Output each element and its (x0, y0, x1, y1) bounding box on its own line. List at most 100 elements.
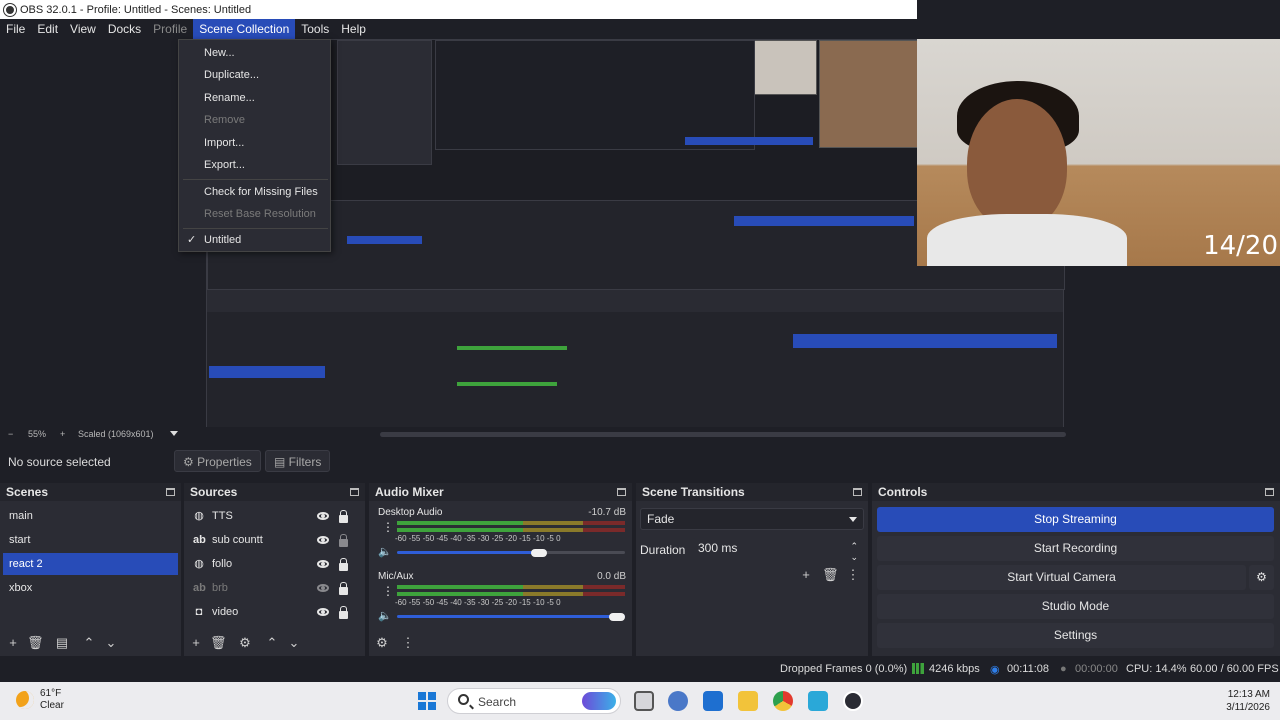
remove-source-icon[interactable]: 🗑 (210, 635, 227, 651)
add-transition-icon[interactable]: + (798, 567, 814, 582)
menu-item-new[interactable]: New... (179, 43, 330, 63)
sources-title: Sources (190, 485, 238, 499)
gear-icon: ⚙ (1256, 570, 1267, 584)
menu-tools[interactable]: Tools (295, 19, 335, 39)
add-scene-icon[interactable]: + (5, 635, 21, 650)
chrome-icon[interactable] (773, 691, 793, 711)
scene-item-start[interactable]: start (3, 529, 178, 551)
moon-weather-icon[interactable] (16, 691, 34, 709)
move-up-icon[interactable]: ⌃ (81, 635, 97, 651)
task-view-icon[interactable] (634, 691, 654, 711)
channel-menu-icon[interactable]: ⋮ (382, 585, 394, 597)
source-item[interactable]: ◍ follo (187, 553, 362, 575)
move-up-icon[interactable]: ⌃ (264, 635, 280, 651)
menu-view[interactable]: View (64, 19, 102, 39)
weather-condition: Clear (40, 700, 64, 711)
source-item[interactable]: ◘ video (187, 601, 362, 623)
menu-item-duplicate[interactable]: Duplicate... (179, 65, 330, 85)
meter-ticks: -60 -55 -50 -45 -40 -35 -30 -25 -20 -15 … (395, 598, 561, 607)
eye-icon[interactable] (317, 560, 329, 568)
properties-button[interactable]: ⚙ Properties (174, 450, 261, 472)
undock-icon[interactable] (853, 488, 862, 496)
transition-menu-icon[interactable]: ⋮ (845, 567, 861, 583)
undock-icon[interactable] (617, 488, 626, 496)
start-recording-button[interactable]: Start Recording (877, 536, 1274, 561)
spin-down-icon[interactable]: ⌄ (850, 547, 858, 567)
start-virtual-camera-button[interactable]: Start Virtual Camera (877, 565, 1246, 590)
settings-button[interactable]: Settings (877, 623, 1274, 648)
volume-slider-desktop-audio[interactable] (397, 551, 539, 554)
scale-dropdown-icon[interactable] (170, 431, 178, 436)
settings-app-icon[interactable] (668, 691, 688, 711)
eye-icon[interactable] (317, 608, 329, 616)
move-down-icon[interactable]: ⌄ (286, 635, 302, 651)
source-item[interactable]: ab sub countt (187, 529, 362, 551)
windows-start-icon[interactable] (418, 692, 436, 710)
store-app-icon[interactable] (703, 691, 723, 711)
undock-icon[interactable] (166, 488, 175, 496)
menu-scene-collection[interactable]: Scene Collection (193, 19, 296, 39)
menu-help[interactable]: Help (335, 19, 372, 39)
menu-profile[interactable]: Profile (147, 19, 193, 39)
source-name: follo (212, 558, 233, 570)
undock-icon[interactable] (1265, 488, 1274, 496)
source-item[interactable]: ab brb (187, 577, 362, 599)
move-down-icon[interactable]: ⌄ (103, 635, 119, 651)
file-explorer-icon[interactable] (738, 691, 758, 711)
studio-mode-button[interactable]: Studio Mode (877, 594, 1274, 619)
remove-transition-icon[interactable]: 🗑 (822, 567, 839, 583)
advanced-audio-icon[interactable]: ⚙ (374, 635, 390, 651)
mixer-menu-icon[interactable]: ⋮ (400, 635, 416, 651)
lock-icon[interactable] (339, 558, 348, 571)
menu-item-check-missing-files[interactable]: Check for Missing Files (179, 182, 330, 202)
duration-spinbox[interactable]: 300 ms ⌃ ⌄ (692, 538, 864, 562)
unlock-icon[interactable] (339, 534, 348, 547)
volume-knob[interactable] (609, 613, 625, 621)
scene-item-react-2[interactable]: react 2 (3, 553, 178, 575)
notepad-icon[interactable] (808, 691, 828, 711)
stop-streaming-button[interactable]: Stop Streaming (877, 507, 1274, 532)
captured-stop-streaming (734, 216, 914, 226)
menu-docks[interactable]: Docks (102, 19, 147, 39)
add-source-icon[interactable]: + (188, 635, 204, 650)
eye-icon[interactable] (317, 536, 329, 544)
scene-item-main[interactable]: main (3, 505, 178, 527)
clock-time: 12:13 AM (1227, 689, 1270, 700)
filters-button[interactable]: ▤ Filters (265, 450, 331, 472)
duration-value: 300 ms (698, 541, 738, 555)
menu-item-export[interactable]: Export... (179, 155, 330, 175)
weather-widget[interactable]: 61°F Clear (40, 688, 64, 712)
lock-icon[interactable] (339, 510, 348, 523)
menu-item-untitled[interactable]: ✓ Untitled (179, 230, 330, 250)
undock-icon[interactable] (350, 488, 359, 496)
scene-filters-icon[interactable]: ▤ (54, 635, 70, 651)
camera-icon: ◘ (195, 606, 203, 618)
source-item[interactable]: ◍ TTS (187, 505, 362, 527)
menu-item-import[interactable]: Import... (179, 133, 330, 153)
lock-icon[interactable] (339, 582, 348, 595)
zoom-minus-icon[interactable]: − (8, 429, 13, 439)
taskbar-search[interactable]: Search (447, 688, 621, 714)
transition-select[interactable]: Fade (640, 508, 864, 530)
webcam-counter-text: 14/20 (1203, 231, 1278, 261)
virtual-camera-settings-button[interactable]: ⚙ (1249, 565, 1274, 590)
eye-hidden-icon[interactable] (317, 584, 329, 592)
taskbar-clock[interactable]: 12:13 AM 3/11/2026 (1226, 688, 1270, 714)
volume-slider-mic-aux[interactable] (397, 615, 625, 618)
menu-edit[interactable]: Edit (31, 19, 64, 39)
scene-item-xbox[interactable]: xbox (3, 577, 178, 599)
menu-file[interactable]: File (0, 19, 31, 39)
scale-mode[interactable]: Scaled (1069x601) (78, 429, 154, 439)
eye-icon[interactable] (317, 512, 329, 520)
preview-horizontal-scrollbar[interactable] (380, 432, 1066, 437)
volume-knob[interactable] (531, 549, 547, 557)
speaker-icon[interactable]: 🔈 (378, 609, 392, 622)
menu-item-rename[interactable]: Rename... (179, 88, 330, 108)
remove-scene-icon[interactable]: 🗑 (27, 635, 44, 651)
speaker-icon[interactable]: 🔈 (378, 545, 392, 558)
obs-taskbar-icon[interactable] (843, 691, 863, 711)
lock-icon[interactable] (339, 606, 348, 619)
zoom-plus-icon[interactable]: + (60, 429, 65, 439)
source-properties-icon[interactable]: ⚙ (237, 635, 253, 651)
channel-menu-icon[interactable]: ⋮ (382, 521, 394, 533)
